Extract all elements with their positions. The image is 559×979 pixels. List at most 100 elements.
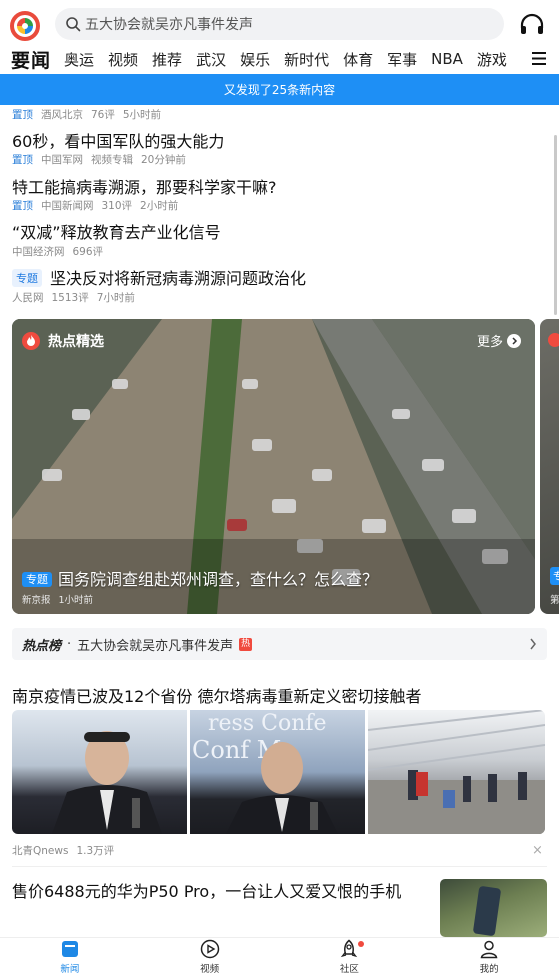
bottom-tab-news[interactable]: 新闻	[0, 938, 140, 979]
channel-nav: 要闻 奥运 视频 推荐 武汉 娱乐 新时代 体育 军事 NBA 游戏	[0, 42, 559, 76]
menu-icon[interactable]	[532, 52, 546, 65]
rocket-icon	[341, 939, 358, 958]
next-card-source: 第	[550, 595, 559, 606]
hot-badge: 热	[239, 637, 253, 651]
news-source: 酒风北京	[41, 109, 83, 121]
channel-tab[interactable]: 武汉	[196, 49, 226, 70]
tab-label: 新闻	[60, 964, 80, 975]
hot-list-text: 五大协会就吴亦凡事件发声	[77, 638, 234, 654]
topic-badge: 专题	[12, 269, 42, 287]
news-comments: 76评	[91, 109, 115, 121]
news-time: 20分钟前	[141, 154, 186, 166]
app-logo-icon[interactable]	[10, 11, 40, 41]
chevron-right-icon	[507, 333, 521, 348]
banner-text: 又发现了25条新内容	[223, 83, 336, 97]
press-conference-photo: ress Confe Conf Me	[190, 710, 365, 834]
channel-tab[interactable]: 奥运	[64, 49, 94, 70]
news-comments: 310评	[101, 200, 133, 212]
topic-badge: 专题	[22, 572, 52, 587]
news-comments: 视频专辑	[91, 154, 133, 166]
next-hot-card[interactable]: 专 第	[540, 319, 559, 614]
channel-tab[interactable]: 娱乐	[240, 49, 270, 70]
news-comments: 1.3万评	[76, 845, 115, 857]
hot-picks-header: 热点精选	[22, 331, 104, 351]
hot-list-label: 热点榜	[22, 638, 62, 654]
user-icon	[480, 940, 498, 959]
more-link[interactable]: 更多	[477, 331, 521, 350]
airport-photo	[368, 710, 545, 834]
pinned-badge: 置顶	[12, 154, 33, 166]
bottom-tab-community[interactable]: 社区	[280, 938, 420, 979]
bottom-tab-video[interactable]: 视频	[140, 938, 280, 979]
channel-tab[interactable]: 视频	[108, 49, 138, 70]
news-item-title[interactable]: 特工能搞病毒溯源，那要科学家干嘛?	[12, 174, 277, 198]
news-item-title: 坚决反对将新冠病毒溯源问题政治化	[50, 269, 307, 288]
news-source: 中国经济网	[12, 246, 65, 258]
news-item-title[interactable]: 南京疫情已波及12个省份 德尔塔病毒重新定义密切接触者	[12, 683, 421, 707]
hot-list-bar[interactable]: 热点榜 · 五大协会就吴亦凡事件发声 热	[12, 628, 547, 660]
search-icon	[66, 17, 81, 32]
news-meta: 置顶 中国军网 视频专辑 20分钟前	[12, 152, 186, 167]
news-meta: 人民网 1513评 7小时前	[12, 290, 135, 305]
search-placeholder: 五大协会就吴亦凡事件发声	[85, 17, 253, 33]
news-meta: 中国经济网 696评	[12, 244, 103, 259]
tab-label: 我的	[479, 964, 499, 975]
article-image-row[interactable]: ress Confe Conf Me	[12, 710, 545, 834]
tab-label: 视频	[200, 964, 220, 975]
channel-tab-active[interactable]: 要闻	[11, 46, 51, 73]
bottom-tab-me[interactable]: 我的	[419, 938, 559, 979]
channel-tab[interactable]: 新时代	[284, 49, 329, 70]
news-comments: 1513评	[51, 292, 89, 304]
news-source: 北青Qnews	[12, 845, 69, 857]
hot-picks-source: 新京报	[22, 595, 51, 606]
news-time: 2小时前	[140, 200, 179, 212]
news-source: 中国新闻网	[41, 200, 94, 212]
channel-tab[interactable]: 军事	[387, 49, 417, 70]
news-icon	[61, 941, 78, 957]
flame-icon	[22, 332, 40, 350]
hot-picks-meta: 新京报 1小时前	[22, 592, 101, 606]
news-meta: 北青Qnews 1.3万评	[12, 843, 114, 858]
news-comments: 696评	[72, 246, 104, 258]
tab-label: 社区	[339, 964, 359, 975]
pinned-badge: 置顶	[12, 109, 33, 121]
hot-picks-label: 热点精选	[48, 334, 104, 350]
notification-dot	[357, 941, 364, 947]
separator-dot: ·	[67, 636, 72, 652]
topic-badge: 专	[550, 567, 559, 585]
flame-icon	[548, 333, 559, 347]
press-conference-photo	[12, 710, 187, 834]
scrollbar[interactable]	[554, 135, 557, 315]
play-circle-icon	[200, 939, 219, 959]
channel-tab[interactable]: 体育	[343, 49, 373, 70]
news-meta: 置顶 中国新闻网 310评 2小时前	[12, 198, 178, 213]
news-item-title[interactable]: 售价6488元的华为P50 Pro，一台让人又爱又恨的手机	[12, 878, 401, 902]
phone-thumbnail-image[interactable]	[440, 879, 547, 937]
hot-picks-card[interactable]: 热点精选 更多 专题 国务院调查组赴郑州调查，查什么？怎么查？ 新京报 1小时前	[12, 319, 535, 614]
headphones-icon[interactable]	[519, 13, 545, 37]
channel-tab[interactable]: 游戏	[477, 49, 507, 70]
channel-tab[interactable]: 推荐	[152, 49, 182, 70]
bottom-nav: 新闻 视频 社区 我的	[0, 937, 559, 979]
search-box[interactable]: 五大协会就吴亦凡事件发声	[55, 8, 504, 40]
news-source: 人民网	[12, 292, 44, 304]
top-bar: 五大协会就吴亦凡事件发声	[0, 0, 559, 46]
news-time: 7小时前	[96, 292, 135, 304]
channel-tab[interactable]: NBA	[431, 50, 463, 68]
hot-picks-title: 国务院调查组赴郑州调查，查什么？怎么查？	[58, 570, 379, 589]
hot-picks-caption: 专题 国务院调查组赴郑州调查，查什么？怎么查？	[22, 566, 378, 590]
hot-picks-time: 1小时前	[58, 595, 94, 606]
news-time: 5小时前	[122, 109, 162, 121]
news-meta: 置顶 酒风北京 76评 5小时前	[12, 107, 161, 122]
new-content-banner[interactable]: 又发现了25条新内容	[0, 74, 559, 105]
dismiss-close-icon[interactable]: ×	[532, 843, 543, 858]
backdrop-text: ress Confe	[208, 711, 327, 736]
news-item[interactable]: 专题 坚决反对将新冠病毒溯源问题政治化	[12, 265, 306, 289]
pinned-badge: 置顶	[12, 200, 33, 212]
chevron-right-icon	[530, 638, 536, 650]
news-item-title[interactable]: “双减”释放教育去产业化信号	[12, 219, 221, 243]
news-item-title[interactable]: 60秒，看中国军队的强大能力	[12, 128, 224, 152]
news-source: 中国军网	[41, 154, 83, 166]
divider	[12, 866, 547, 867]
more-label: 更多	[476, 335, 503, 350]
